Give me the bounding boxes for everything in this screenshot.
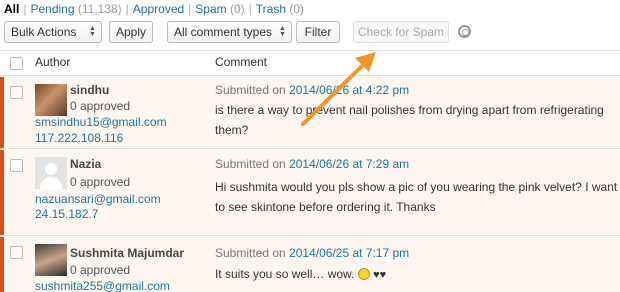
select-arrows-icon: ▲ ▼ — [89, 25, 96, 38]
column-comment-header: Comment — [215, 55, 268, 69]
filter-button[interactable]: Filter — [296, 21, 340, 43]
row-checkbox[interactable] — [10, 159, 23, 172]
row-checkbox[interactable] — [10, 246, 23, 259]
filter-separator: | — [188, 2, 192, 16]
comments-table-header: Author Comment — [0, 50, 620, 76]
comment-type-value: All comment types — [174, 25, 273, 39]
filter-approved-link[interactable]: Approved — [133, 2, 184, 16]
comment-text: is there a way to prevent nail polishes … — [215, 103, 604, 137]
comment-type-select[interactable]: All comment types ▲ ▼ — [167, 21, 292, 43]
submitted-label: Submitted on — [215, 246, 286, 260]
bulk-actions-value: Bulk Actions — [11, 25, 77, 39]
comment-date-link[interactable]: 2014/06/26 at 4:22 pm — [289, 83, 409, 97]
filter-pending-label: Pending — [30, 2, 75, 16]
row-checkbox[interactable] — [10, 86, 23, 99]
author-name: sindhu — [70, 83, 110, 97]
author-email-link[interactable]: nazuansari@gmail.com — [35, 192, 161, 206]
filter-spam-label: Spam — [195, 2, 227, 16]
submitted-on: Submitted on 2014/06/26 at 4:22 pm — [215, 83, 409, 97]
comment-row: Sushmita Majumdar 0 approved sushmita255… — [0, 237, 620, 292]
author-approved-count: 0 approved — [70, 263, 131, 277]
author-name: Sushmita Majumdar — [70, 246, 185, 260]
comment-date-link[interactable]: 2014/06/25 at 7:17 pm — [289, 246, 409, 260]
filter-separator: | — [23, 2, 27, 16]
filter-spam-count: (0) — [230, 2, 245, 16]
smiley-icon — [357, 268, 370, 280]
spinner-icon — [458, 25, 471, 38]
filter-pending-count: (11,138) — [77, 2, 122, 16]
column-author-header[interactable]: Author — [35, 55, 70, 69]
comment-text-body: It suits you so well… wow. — [215, 267, 355, 281]
filter-trash-link[interactable]: Trash (0) — [256, 2, 304, 16]
author-email-link[interactable]: smsindhu15@gmail.com — [35, 115, 167, 129]
submitted-label: Submitted on — [215, 157, 286, 171]
avatar — [35, 157, 67, 189]
author-approved-count: 0 approved — [70, 175, 131, 189]
comment-text: Hi sushmita would you pls show a pic of … — [215, 180, 618, 214]
filter-trash-count: (0) — [289, 2, 305, 16]
comment-text: It suits you so well… wow. ♥♥ — [215, 264, 620, 285]
filter-spam-link[interactable]: Spam (0) — [195, 2, 244, 16]
author-approved-count: 0 approved — [70, 99, 131, 113]
comments-toolbar: Bulk Actions ▲ ▼ Apply All comment types … — [0, 21, 620, 43]
author-email-link[interactable]: sushmita255@gmail.com — [35, 279, 170, 292]
comment-status-filters: All | Pending (11,138) | Approved | Spam (0) | T… — [4, 1, 304, 17]
author-ip-link[interactable]: 24.15.182.7 — [35, 207, 98, 221]
comment-date-link[interactable]: 2014/06/26 at 7:29 am — [289, 157, 409, 171]
check-for-spam-button[interactable]: Check for Spam — [353, 21, 449, 43]
filter-trash-label: Trash — [255, 2, 287, 16]
filter-separator: | — [248, 2, 252, 16]
avatar — [35, 244, 67, 276]
submitted-label: Submitted on — [215, 83, 286, 97]
author-ip-link[interactable]: 117.222.108.116 — [35, 131, 123, 145]
select-all-checkbox[interactable] — [10, 57, 23, 70]
bulk-actions-select[interactable]: Bulk Actions ▲ ▼ — [4, 21, 102, 43]
select-arrows-icon: ▲ ▼ — [279, 25, 286, 38]
author-name: Nazia — [70, 157, 102, 171]
comment-row: sindhu 0 approved smsindhu15@gmail.com 1… — [0, 77, 620, 149]
submitted-on: Submitted on 2014/06/25 at 7:17 pm — [215, 246, 409, 260]
filter-separator: | — [125, 2, 129, 16]
comment-row: Nazia 0 approved nazuansari@gmail.com 24… — [0, 150, 620, 236]
heart-icon: ♥♥ — [373, 269, 387, 281]
filter-all-link[interactable]: All — [4, 2, 19, 16]
submitted-on: Submitted on 2014/06/26 at 7:29 am — [215, 157, 409, 171]
apply-button[interactable]: Apply — [109, 21, 153, 43]
filter-pending-link[interactable]: Pending (11,138) — [30, 2, 121, 16]
avatar — [35, 84, 67, 116]
